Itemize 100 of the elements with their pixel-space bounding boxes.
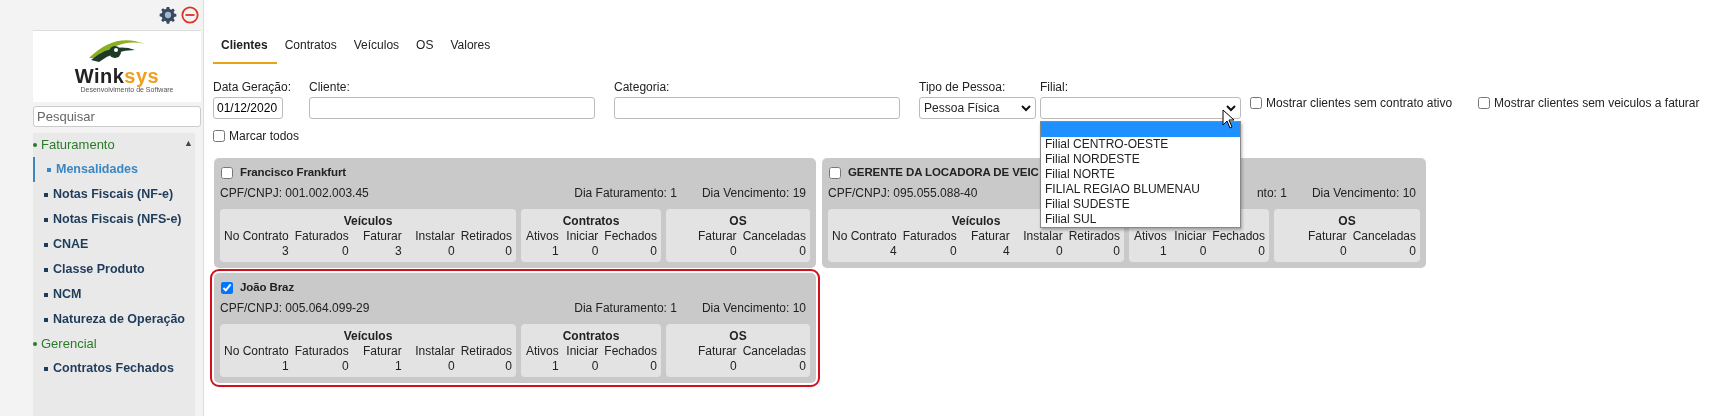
minus-circle-icon[interactable]	[181, 6, 199, 24]
column-label: Ativos	[525, 344, 559, 359]
column-label: No Contrato	[224, 229, 289, 244]
menu-item[interactable]: Natureza de Operação	[33, 307, 195, 332]
field-label: Tipo de Pessoa:	[919, 80, 1007, 94]
column-label: Faturados	[294, 229, 349, 244]
due-day-text: Dia Vencimento: 10	[1311, 185, 1416, 202]
checkbox-label: Mostrar clientes sem veiculos a faturar	[1494, 95, 1700, 112]
client-checkbox[interactable]	[829, 167, 841, 179]
checkbox-label: Mostrar clientes sem contrato ativo	[1266, 95, 1453, 112]
column-value: 0	[447, 359, 455, 374]
column-value: 0	[505, 359, 512, 374]
client-name: GERENTE DA LOCADORA DE VEIC	[848, 165, 1039, 181]
column-value: 0	[447, 244, 455, 259]
column-value: 1	[282, 359, 289, 374]
category-field[interactable]	[614, 97, 901, 119]
menu-item[interactable]: NCM	[33, 282, 195, 307]
column-value: 0	[591, 244, 599, 259]
column-label: Instalar	[1023, 229, 1063, 244]
menu-group[interactable]: Gerencial	[33, 332, 195, 356]
logo-wordmark: Winksys	[74, 66, 160, 87]
field-label: Filial:	[1040, 80, 1070, 94]
stats-title: Contratos	[562, 214, 620, 228]
column-value: 3	[282, 244, 289, 259]
menu-item[interactable]: Notas Fiscais (NFS-e)	[33, 207, 195, 232]
column-label: Instalar	[415, 344, 455, 359]
column-label: No Contrato	[832, 229, 897, 244]
column-value: 1	[395, 359, 402, 374]
client-checkbox[interactable]	[221, 167, 233, 179]
checkbox[interactable]	[213, 130, 225, 142]
dropdown-option[interactable]: Filial SUDESTE	[1041, 197, 1241, 212]
column-value: 3	[395, 244, 402, 259]
search-field[interactable]: Pesquisar	[33, 106, 201, 127]
column-value: 0	[591, 359, 599, 374]
column-value: 0	[505, 244, 512, 259]
column-label: Faturar	[697, 229, 737, 244]
chevron-down-icon	[1226, 104, 1237, 112]
stats-title: Contratos	[562, 329, 620, 343]
column-label: Ativos	[525, 229, 559, 244]
column-label: Fechados	[604, 229, 657, 244]
chevron-down-icon	[1021, 104, 1032, 112]
checkbox[interactable]	[1250, 97, 1263, 109]
menu-item[interactable]: Classe Produto	[33, 257, 195, 282]
column-value: 0	[1409, 244, 1416, 259]
column-label: Iniciar	[566, 229, 599, 244]
column-value: 1	[1159, 244, 1167, 259]
menu-item[interactable]: Contratos Fechados	[33, 356, 195, 381]
column-value: 4	[890, 244, 897, 259]
client-field[interactable]	[309, 97, 596, 119]
column-label: Iniciar	[566, 344, 599, 359]
column-label: Iniciar	[1174, 229, 1207, 244]
column-label: Faturados	[294, 344, 349, 359]
menu-item[interactable]: Notas Fiscais (NF-e)	[33, 182, 195, 207]
stats-title: OS	[729, 329, 747, 343]
settings-icon[interactable]	[159, 6, 177, 24]
tab[interactable]: Veículos	[345, 34, 409, 64]
cpf-text: CPF/CNPJ: 005.064.099-29	[220, 300, 370, 317]
column-label: Faturar	[363, 229, 402, 244]
column-label: Canceladas	[742, 344, 806, 359]
column-value: 0	[342, 359, 349, 374]
column-value: 0	[1258, 244, 1265, 259]
dropdown-option[interactable]: Filial NORDESTE	[1041, 152, 1241, 167]
column-label: Retirados	[1068, 229, 1120, 244]
field-label: Data Geração:	[213, 80, 293, 94]
tab[interactable]: Valores	[442, 34, 500, 64]
billing-day-text: nto: 1	[1256, 185, 1287, 202]
checkbox[interactable]	[1478, 97, 1491, 109]
client-checkbox[interactable]	[221, 282, 233, 294]
cpf-text: CPF/CNPJ: 001.002.003.45	[220, 185, 369, 202]
tab[interactable]: Clientes	[213, 34, 277, 64]
column-value: 0	[950, 244, 957, 259]
column-label: Instalar	[415, 229, 455, 244]
stats-title: Veículos	[343, 329, 393, 343]
column-label: Fechados	[1212, 229, 1265, 244]
column-value: 0	[1339, 244, 1347, 259]
column-value: 0	[342, 244, 349, 259]
column-value: 1	[551, 359, 559, 374]
tab[interactable]: Contratos	[276, 34, 346, 64]
date-field[interactable]: 01/12/2020	[213, 97, 283, 119]
due-day-text: Dia Vencimento: 10	[701, 300, 806, 317]
column-value: 0	[650, 244, 657, 259]
dropdown-option[interactable]: Filial CENTRO-OESTE	[1041, 137, 1241, 152]
column-label: Canceladas	[742, 229, 806, 244]
field-label: Categoria:	[614, 80, 671, 94]
scroll-up-arrow[interactable]: ▲	[184, 137, 193, 151]
column-value: 0	[799, 244, 806, 259]
column-label: No Contrato	[224, 344, 289, 359]
dropdown-option[interactable]: Filial NORTE	[1041, 167, 1241, 182]
column-label: Faturar	[1307, 229, 1347, 244]
column-label: Retirados	[460, 229, 512, 244]
person-type-select[interactable]: Pessoa Física	[919, 97, 1037, 119]
cpf-text: CPF/CNPJ: 095.055.088-40	[828, 185, 978, 202]
stats-title: OS	[729, 214, 747, 228]
menu-item[interactable]: CNAE	[33, 232, 195, 257]
stats-title: Veículos	[343, 214, 393, 228]
billing-day-text: Dia Faturamento: 1	[574, 185, 677, 202]
client-name: João Braz	[240, 280, 295, 296]
tab[interactable]: OS	[408, 34, 443, 64]
dropdown-option[interactable]: FILIAL REGIAO BLUMENAU	[1041, 182, 1241, 197]
dropdown-option[interactable]: Filial SUL	[1041, 212, 1241, 227]
